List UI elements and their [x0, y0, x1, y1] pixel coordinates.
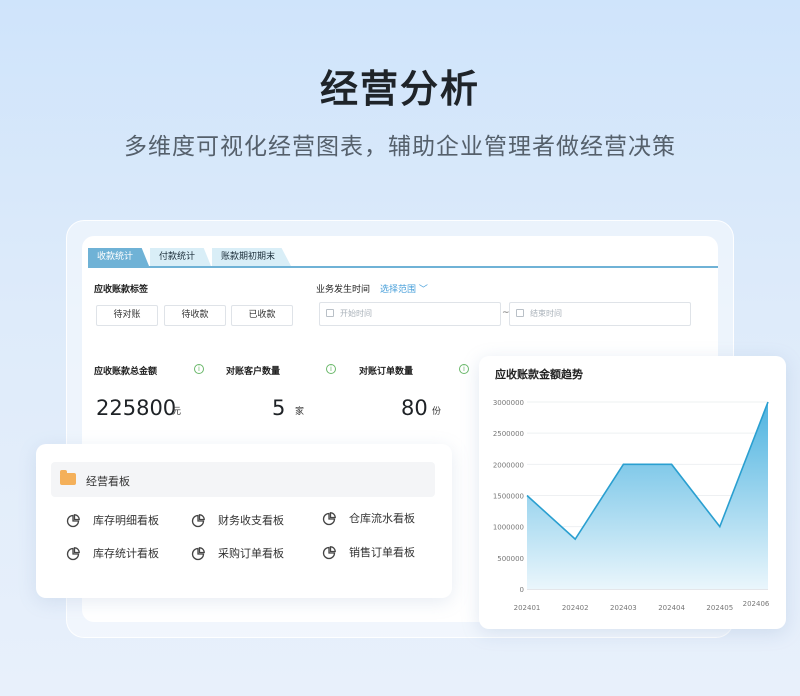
stat-value-total-receivable: 225800 [96, 396, 177, 420]
stat-value-customer-count: 5 [272, 396, 286, 420]
x-tick-label: 202405 [706, 604, 733, 612]
business-board-title: 经营看板 [86, 475, 130, 488]
stat-unit-yuan: 元 [172, 407, 182, 417]
y-tick-label: 2000000 [493, 461, 524, 469]
x-tick-label: 202406 [743, 600, 770, 608]
board-item-purchase-orders[interactable]: 采购订单看板 [191, 546, 284, 562]
tag-button-pending-payment[interactable]: 待收款 [164, 305, 226, 326]
y-tick-label: 500000 [497, 555, 524, 563]
board-item-finance[interactable]: 财务收支看板 [191, 513, 284, 529]
tab-account-period[interactable]: 账款期初期末 [212, 248, 292, 266]
y-tick-label: 0 [520, 586, 524, 594]
stat-label-total-receivable: 应收账款总金额 [94, 367, 158, 377]
board-item-sales-orders[interactable]: 销售订单看板 [322, 545, 415, 561]
pie-chart-icon [322, 512, 336, 526]
y-tick-label: 1500000 [493, 493, 524, 501]
info-icon[interactable]: i [326, 364, 336, 374]
end-date-placeholder: 结束时间 [530, 309, 562, 318]
x-tick-label: 202404 [658, 604, 685, 612]
pie-chart-icon [66, 514, 80, 528]
stat-value-order-count: 80 [401, 396, 428, 420]
info-icon[interactable]: i [194, 364, 204, 374]
board-item-inventory-detail[interactable]: 库存明细看板 [66, 513, 159, 529]
board-item-warehouse-flow[interactable]: 仓库流水看板 [322, 511, 415, 527]
tag-button-received[interactable]: 已收款 [231, 305, 293, 326]
y-tick-label: 2500000 [493, 430, 524, 438]
calendar-icon [516, 309, 524, 317]
select-range-link[interactable]: 选择范围 ﹀ [380, 282, 428, 295]
trend-chart: 0 500000 1000000 1500000 2000000 2500000 30000… [493, 399, 770, 612]
end-date-input[interactable]: 结束时间 [509, 302, 691, 326]
calendar-icon [326, 309, 334, 317]
page-title: 经营分析 [319, 67, 480, 111]
tag-button-pending-reconcile[interactable]: 待对账 [96, 305, 158, 326]
stat-unit-jia: 家 [295, 407, 305, 417]
stat-label-customer-count: 对账客户数量 [226, 367, 281, 377]
tab-payment-stats[interactable]: 付款统计 [150, 248, 212, 266]
tag-filter-label: 应收账款标签 [94, 285, 149, 295]
x-tick-label: 202403 [610, 604, 637, 612]
tab-underline [88, 266, 718, 268]
y-tick-label: 3000000 [493, 399, 524, 407]
time-filter-label: 业务发生时间 [316, 285, 371, 295]
board-item-label: 财务收支看板 [218, 514, 284, 527]
pie-chart-icon [322, 546, 336, 560]
board-item-label: 仓库流水看板 [349, 512, 415, 525]
stat-label-order-count: 对账订单数量 [359, 367, 414, 377]
start-date-input[interactable]: 开始时间 [319, 302, 501, 326]
start-date-placeholder: 开始时间 [340, 309, 372, 318]
board-item-label: 库存明细看板 [93, 514, 159, 527]
board-item-inventory-stats[interactable]: 库存统计看板 [66, 546, 159, 562]
tab-bar: 收款统计 付款统计 账款期初期末 [88, 248, 292, 266]
y-tick-label: 1000000 [493, 524, 524, 532]
page-subtitle: 多维度可视化经营图表，辅助企业管理者做经营决策 [124, 134, 676, 160]
board-item-label: 销售订单看板 [349, 546, 415, 559]
chart-title: 应收账款金额趋势 [495, 368, 583, 381]
board-item-label: 库存统计看板 [93, 547, 159, 560]
folder-icon [60, 470, 76, 485]
board-item-label: 采购订单看板 [218, 547, 284, 560]
tab-receipt-stats[interactable]: 收款统计 [88, 248, 150, 266]
stat-unit-fen: 份 [432, 407, 442, 417]
pie-chart-icon [66, 547, 80, 561]
x-tick-label: 202401 [514, 604, 541, 612]
x-tick-label: 202402 [562, 604, 589, 612]
pie-chart-icon [191, 547, 205, 561]
pie-chart-icon [191, 514, 205, 528]
info-icon[interactable]: i [459, 364, 469, 374]
